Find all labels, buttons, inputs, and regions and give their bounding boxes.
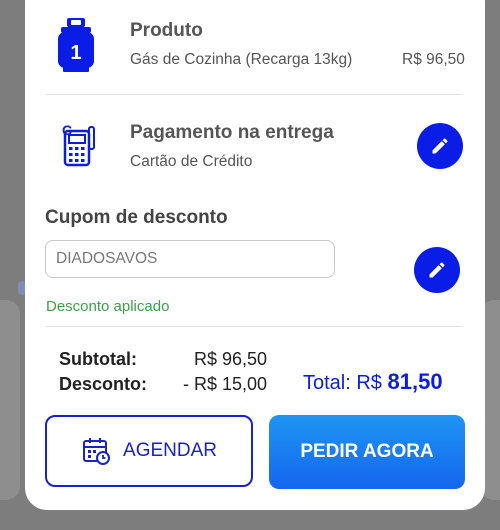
payment-title: Pagamento na entrega [130,122,334,143]
coupon-status: Desconto aplicado [46,298,170,315]
gas-cylinder-icon-number: 1 [70,42,81,64]
divider [45,94,463,95]
order-now-button[interactable]: PEDIR AGORA [269,415,465,489]
gas-cylinder-icon: 1 [57,17,95,78]
background-card-left [0,300,20,500]
subtotal-value: R$ 96,50 [194,349,268,369]
product-price: R$ 96,50 [402,51,465,68]
discount-value: - R$ 15,00 [183,374,268,394]
product-title: Produto [130,20,203,41]
product-name: Gás de Cozinha (Recarga 13kg) [130,51,353,68]
card-machine-icon: C [57,122,97,172]
order-summary-sheet: 1 Produto Gás de Cozinha (Recarga 13kg) … [25,0,485,510]
card-machine-icon-letter: C [62,123,72,138]
grand-total: Total: R$ 81,50 [303,369,443,395]
pencil-icon [429,262,445,278]
pencil-icon [432,138,448,154]
calendar-clock-icon [83,438,111,465]
coupon-title: Cupom de desconto [45,207,228,228]
edit-payment-button[interactable] [417,123,463,169]
total-label: Total: R$ [303,372,382,394]
schedule-button[interactable]: AGENDAR [45,415,253,487]
subtotal-label: Subtotal: [59,349,137,369]
edit-coupon-button[interactable] [414,247,460,293]
order-now-button-label: PEDIR AGORA [300,441,434,462]
payment-method: Cartão de Crédito [130,153,253,170]
schedule-button-label: AGENDAR [123,440,217,461]
divider [45,326,463,327]
coupon-input[interactable]: DIADOSAVOS [45,240,335,278]
discount-label: Desconto: [59,374,148,394]
total-value: 81,50 [387,369,443,394]
